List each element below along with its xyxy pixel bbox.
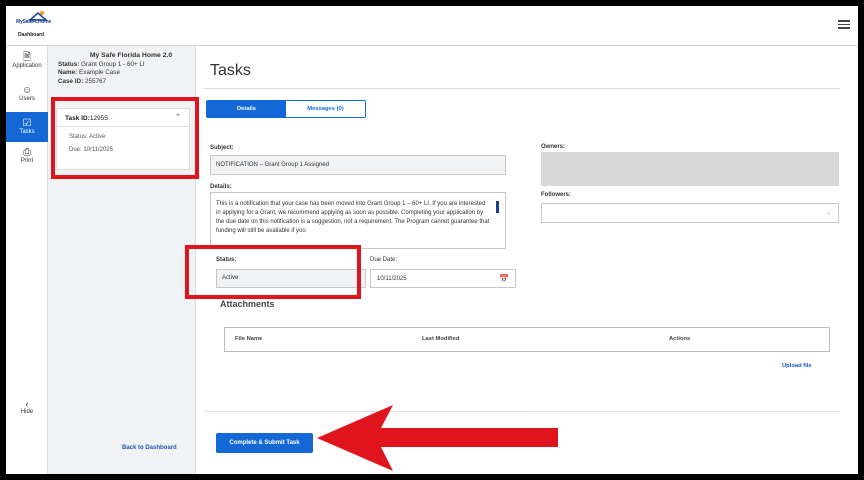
column-header-actions: Actions	[669, 336, 691, 342]
calendar-icon[interactable]: 📅	[499, 274, 509, 283]
case-name: Name: Example Case	[58, 69, 120, 76]
due-date-label: Due Date:	[370, 257, 398, 263]
app-logo[interactable]: MySafeFLHome Dashboard	[16, 10, 56, 40]
annotation-arrow-icon	[317, 405, 558, 471]
subject-field[interactable]: NOTIFICATION – Grant Group 1 Assigned	[210, 155, 506, 175]
case-title: My Safe Florida Home 2.0	[89, 52, 173, 59]
rail-item-tasks[interactable]: ☑ Tasks	[6, 112, 48, 142]
users-icon: ☺	[21, 85, 33, 96]
due-date-value: 10/11/2025	[377, 276, 407, 282]
annotation-box-status	[185, 245, 361, 299]
chevron-left-icon: ‹	[25, 399, 29, 409]
hide-button[interactable]: ‹ Hide	[6, 399, 48, 416]
app-window: MySafeFLHome Dashboard 🗎 Application ☺ U…	[6, 6, 858, 474]
top-bar: MySafeFLHome Dashboard	[6, 6, 858, 46]
subject-label: Subject:	[210, 145, 234, 151]
back-to-dashboard-link[interactable]: Back to Dashboard	[122, 445, 177, 451]
followers-select[interactable]: ⌄	[541, 203, 839, 223]
followers-label: Followers:	[541, 192, 572, 198]
rail-item-application[interactable]: 🗎 Application	[6, 52, 48, 74]
details-textarea[interactable]: This is a notification that your case ha…	[210, 192, 506, 249]
tasks-icon: ☑	[22, 118, 32, 129]
menu-icon[interactable]	[838, 20, 850, 29]
rail-item-print[interactable]: ⎙ Print	[6, 147, 48, 169]
case-id: Case ID: 255767	[58, 77, 106, 85]
annotation-box-task-card	[51, 97, 199, 179]
details-scrollbar[interactable]	[496, 201, 499, 213]
case-status: Status: Grant Group 1 - 60+ LI	[58, 60, 145, 68]
divider	[204, 88, 840, 89]
print-icon: ⎙	[23, 147, 31, 158]
rail-item-label: Print	[20, 158, 34, 164]
tab-details[interactable]: Details	[207, 101, 286, 117]
complete-submit-task-button[interactable]: Complete & Submit Task	[216, 433, 313, 453]
rail-item-label: Users	[19, 96, 35, 102]
rail-item-label: Application	[12, 63, 42, 69]
owners-label: Owners:	[541, 144, 566, 150]
chevron-down-icon: ⌄	[825, 210, 831, 216]
rail-item-users[interactable]: ☺ Users	[6, 85, 48, 107]
attachments-table: File Name Last Modified Actions	[224, 327, 830, 352]
case-info: My Safe Florida Home 2.0 Status: Grant G…	[58, 52, 194, 86]
upload-file-link[interactable]: Upload file	[782, 363, 812, 369]
page-title: Tasks	[210, 62, 251, 79]
column-header-file-name[interactable]: File Name	[235, 336, 262, 342]
document-icon: 🗎	[22, 52, 32, 63]
attachments-title: Attachments	[220, 299, 275, 309]
details-text: This is a notification that your case ha…	[216, 201, 490, 234]
due-date-field[interactable]: 10/11/2025 📅	[370, 269, 516, 288]
logo-text: MySafeFLHome	[16, 19, 52, 25]
tab-bar: Details Messages (0)	[206, 100, 366, 118]
column-header-last-modified[interactable]: Last Modified	[422, 336, 459, 342]
tab-messages[interactable]: Messages (0)	[286, 101, 365, 117]
rail-item-label: Tasks	[19, 129, 35, 135]
hide-label: Hide	[20, 409, 34, 415]
logo-subtitle: Dashboard	[18, 32, 45, 38]
owners-field[interactable]	[541, 152, 839, 186]
details-label: Details:	[210, 184, 232, 190]
